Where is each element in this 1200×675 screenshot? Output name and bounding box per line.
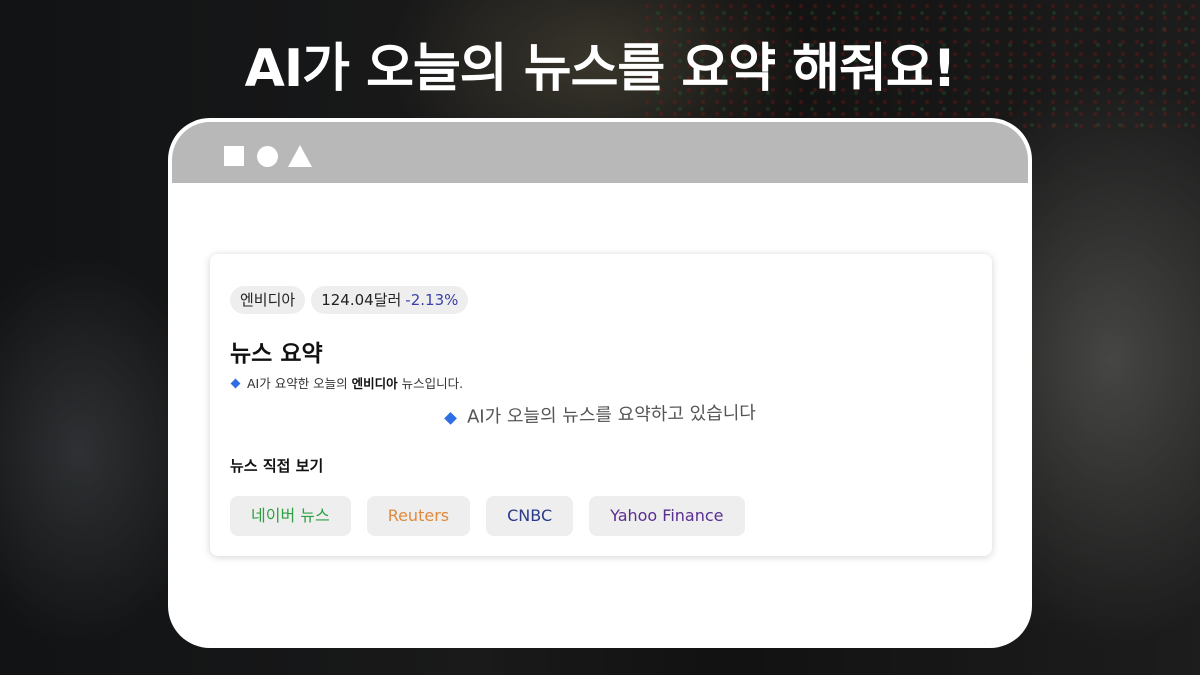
links-title: 뉴스 직접 보기: [230, 457, 324, 475]
triangle-icon: [288, 145, 312, 167]
naver-news-button[interactable]: 네이버 뉴스: [230, 496, 351, 536]
price-chip: 124.04달러 -2.13%: [311, 286, 469, 314]
diamond-loading-icon: [444, 412, 457, 425]
stock-chips: 엔비디아 124.04달러 -2.13%: [230, 286, 469, 314]
news-links: 네이버 뉴스 Reuters CNBC Yahoo Finance: [230, 496, 745, 536]
square-icon: [224, 146, 244, 166]
company-chip: 엔비디아: [230, 286, 306, 314]
diamond-bullet-icon: [230, 378, 241, 389]
price-value: 124.04달러: [321, 291, 402, 309]
yahoo-finance-button[interactable]: Yahoo Finance: [589, 496, 745, 536]
cnbc-button[interactable]: CNBC: [486, 496, 574, 536]
loading-text: AI가 오늘의 뉴스를 요약하고 있습니다: [466, 402, 757, 428]
news-summary-card: 엔비디아 124.04달러 -2.13% 뉴스 요약 AI가 요약한 오늘의 엔비…: [210, 254, 992, 556]
browser-window: 엔비디아 124.04달러 -2.13% 뉴스 요약 AI가 요약한 오늘의 엔비…: [172, 122, 1028, 644]
summary-description: AI가 요약한 오늘의 엔비디아 뉴스입니다.: [230, 373, 463, 392]
summary-title: 뉴스 요약: [230, 341, 323, 367]
summary-suffix: 뉴스입니다.: [401, 376, 464, 391]
window-titlebar: [172, 122, 1028, 183]
price-change: -2.13%: [405, 291, 459, 309]
summary-company: 엔비디아: [351, 376, 398, 391]
summary-prefix: AI가 요약한 오늘의: [247, 376, 348, 391]
headline: AI가 오늘의 뉴스를 요약 해줘요!: [244, 39, 957, 99]
reuters-button[interactable]: Reuters: [366, 496, 471, 536]
loading-status: AI가 오늘의 뉴스를 요약하고 있습니다: [444, 399, 756, 429]
circle-icon: [257, 146, 278, 167]
